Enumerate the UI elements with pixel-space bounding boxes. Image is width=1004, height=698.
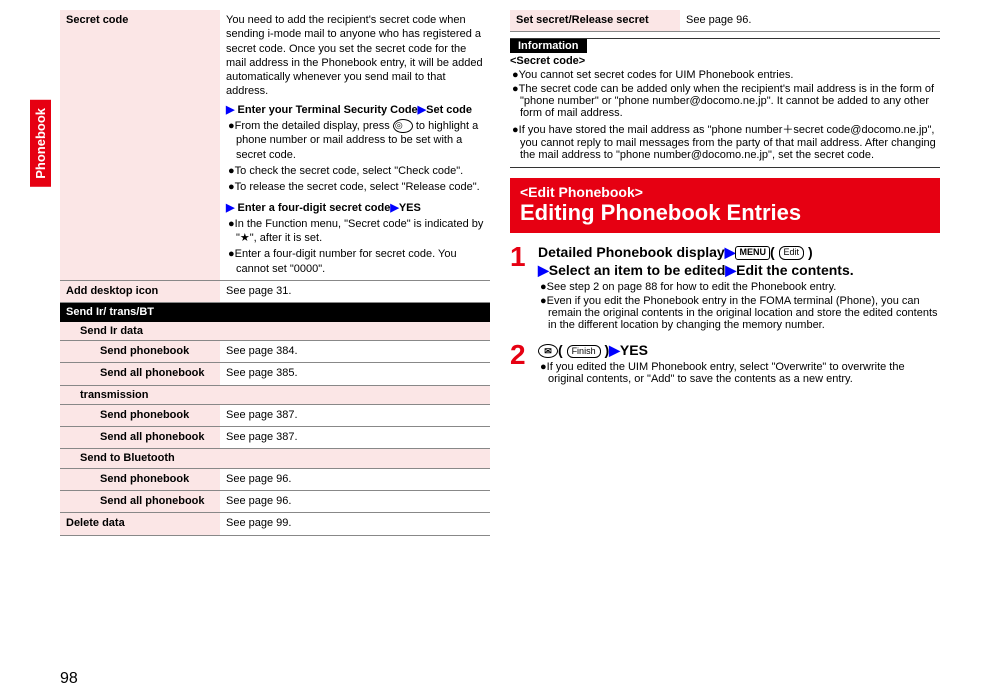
page-content: Secret code You need to add the recipien… — [0, 0, 1004, 566]
step1-part-b: Set code — [426, 104, 472, 116]
arrow-icon: ▶ — [418, 104, 426, 116]
bt-phonebook-label: Send phonebook — [60, 468, 220, 490]
b5: Enter a four-digit number for secret cod… — [235, 248, 457, 274]
step1-bullet-1: ●See step 2 on page 88 for how to edit t… — [538, 281, 940, 293]
secret-bullet-5: ●Enter a four-digit number for secret co… — [226, 247, 484, 276]
arrow-icon: ▶ — [725, 262, 736, 278]
information-box: Information <Secret code> ●You cannot se… — [510, 38, 940, 168]
arrow-icon: ▶ — [226, 104, 234, 116]
s1c: Edit the contents. — [736, 262, 853, 278]
side-tab-phonebook: Phonebook — [30, 100, 51, 187]
step-2: 2 ✉( Finish )▶YES ●If you edited the UIM… — [510, 341, 940, 385]
secret-code-step2: ▶ Enter a four-digit secret code▶YES — [226, 201, 484, 215]
left-column: Secret code You need to add the recipien… — [60, 10, 490, 536]
step1-part-a: Enter your Terminal Security Code — [238, 104, 418, 116]
secret-code-label: Secret code — [60, 10, 220, 281]
banner-subtitle: <Edit Phonebook> — [520, 184, 930, 200]
secret-bullet-4: ●In the Function menu, "Secret code" is … — [226, 217, 484, 246]
b4: In the Function menu, "Secret code" is i… — [235, 218, 484, 244]
edit-phonebook-banner: <Edit Phonebook> Editing Phonebook Entri… — [510, 178, 940, 232]
right-table: Set secret/Release secretSee page 96. — [510, 10, 940, 32]
secret-bullet-1: ●From the detailed display, press ◎ to h… — [226, 119, 484, 162]
ir-phonebook-val: See page 384. — [220, 340, 490, 362]
bt-phonebook-val: See page 96. — [220, 468, 490, 490]
delete-data-val: See page 99. — [220, 513, 490, 535]
set-secret-label: Set secret/Release secret — [510, 10, 680, 32]
ib2: The secret code can be added only when t… — [519, 83, 934, 119]
set-secret-val: See page 96. — [680, 10, 940, 32]
ir-phonebook-label: Send phonebook — [60, 340, 220, 362]
left-table: Secret code You need to add the recipien… — [60, 10, 490, 536]
send-ir-trans-bt-header: Send Ir/ trans/BT — [60, 303, 490, 322]
b2: To check the secret code, select "Check … — [235, 165, 464, 177]
add-desktop-label: Add desktop icon — [60, 281, 220, 303]
secret-code-step1: ▶ Enter your Terminal Security Code▶Set … — [226, 103, 484, 117]
bt-all-label: Send all phonebook — [60, 491, 220, 513]
ir-all-label: Send all phonebook — [60, 363, 220, 385]
banner-title: Editing Phonebook Entries — [520, 200, 930, 226]
step-1-number: 1 — [510, 243, 530, 331]
step-1-title: Detailed Phonebook display▶MENU( Edit ) … — [538, 243, 940, 279]
ic-all-label: Send all phonebook — [60, 427, 220, 449]
ic-phonebook-label: Send phonebook — [60, 404, 220, 426]
s2b1: If you edited the UIM Phonebook entry, s… — [547, 361, 905, 385]
right-column: Set secret/Release secretSee page 96. In… — [510, 10, 940, 536]
secret-code-content: You need to add the recipient's secret c… — [220, 10, 490, 281]
ib1: You cannot set secret codes for UIM Phon… — [519, 69, 794, 81]
secret-code-desc: You need to add the recipient's secret c… — [226, 13, 484, 99]
info-bullet-3: ●If you have stored the mail address as … — [510, 121, 940, 161]
ic-all-val: See page 387. — [220, 427, 490, 449]
arrow-icon: ▶ — [725, 244, 736, 260]
page-number: 98 — [60, 670, 78, 688]
step-1: 1 Detailed Phonebook display▶MENU( Edit … — [510, 243, 940, 331]
step2-part-a: Enter a four-digit secret code — [238, 202, 391, 214]
ir-all-val: See page 385. — [220, 363, 490, 385]
mail-key-icon: ✉ — [538, 344, 558, 358]
finish-softkey-label: Finish — [567, 345, 601, 359]
step2-part-b: YES — [399, 202, 421, 214]
secret-bullet-3: ●To release the secret code, select "Rel… — [226, 180, 484, 194]
information-title: Information — [510, 39, 587, 53]
info-bullet-2: ●The secret code can be added only when … — [510, 83, 940, 119]
menu-key-icon: MENU — [735, 246, 770, 260]
bt-all-val: See page 96. — [220, 491, 490, 513]
delete-data-label: Delete data — [60, 513, 220, 535]
s1b: Select an item to be edited — [549, 262, 726, 278]
send-ir-data-header: Send Ir data — [60, 322, 490, 341]
arrow-icon: ▶ — [609, 342, 620, 358]
b1a: From the detailed display, press — [235, 120, 390, 132]
ic-transmission-header: transmission — [60, 385, 490, 404]
s2yes: YES — [620, 342, 648, 358]
ic-phonebook-val: See page 387. — [220, 404, 490, 426]
b3: To release the secret code, select "Rele… — [235, 181, 480, 193]
info-bullet-1: ●You cannot set secret codes for UIM Pho… — [510, 69, 940, 81]
arrow-icon: ▶ — [226, 202, 234, 214]
secret-code-heading: <Secret code> — [510, 55, 940, 67]
add-desktop-val: See page 31. — [220, 281, 490, 303]
arrow-icon: ▶ — [538, 262, 549, 278]
nav-key-icon: ◎ — [393, 119, 413, 133]
secret-bullet-2: ●To check the secret code, select "Check… — [226, 164, 484, 178]
edit-softkey-label: Edit — [779, 246, 805, 260]
step1-bullet-2: ●Even if you edit the Phonebook entry in… — [538, 295, 940, 331]
step2-bullet-1: ●If you edited the UIM Phonebook entry, … — [538, 361, 940, 385]
s1b1: See step 2 on page 88 for how to edit th… — [547, 281, 837, 293]
arrow-icon: ▶ — [390, 202, 398, 214]
s1b2: Even if you edit the Phonebook entry in … — [547, 295, 938, 331]
send-bluetooth-header: Send to Bluetooth — [60, 449, 490, 468]
step-2-title: ✉( Finish )▶YES — [538, 341, 940, 359]
ib3: If you have stored the mail address as "… — [519, 124, 936, 161]
step-2-number: 2 — [510, 341, 530, 385]
s1a: Detailed Phonebook display — [538, 244, 725, 260]
